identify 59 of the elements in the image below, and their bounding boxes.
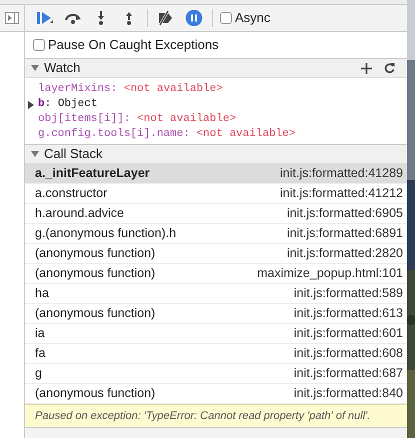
- source-location: init.js:formatted:6891: [286, 225, 403, 242]
- function-name: g.(anonymous function).h: [35, 225, 176, 242]
- section-header[interactable]: Call Stack: [25, 145, 407, 164]
- call-frame-row[interactable]: g.(anonymous function).h init.js:formatted:6891: [25, 224, 407, 244]
- source-location: init.js:formatted:41289: [280, 165, 403, 182]
- function-name: (anonymous function): [35, 245, 156, 262]
- function-name: ia: [35, 325, 45, 342]
- watch-expression[interactable]: layerMixins: <not available>: [38, 82, 223, 97]
- function-name: fa: [35, 345, 46, 362]
- disclosure-triangle-icon[interactable]: [31, 64, 39, 72]
- call-frame-row[interactable]: (anonymous function) init.js:formatted:613: [25, 304, 407, 324]
- function-name: a.constructor: [35, 185, 108, 202]
- call-frame-row[interactable]: a._initFeatureLayer init.js:formatted:41289: [25, 164, 407, 184]
- source-location: init.js:formatted:2820: [286, 245, 403, 262]
- function-name: (anonymous function): [35, 385, 156, 402]
- function-name: (anonymous function): [35, 265, 156, 282]
- call-frame-row[interactable]: h.around.advice init.js:formatted:6905: [25, 204, 407, 224]
- section-header[interactable]: Watch: [25, 59, 407, 78]
- source-location: init.js:formatted:589: [294, 285, 403, 302]
- expand-arrow-icon[interactable]: [27, 100, 35, 108]
- checkbox-label: Pause On Caught Exceptions: [48, 36, 219, 54]
- call-frame-row[interactable]: fa init.js:formatted:608: [25, 344, 407, 364]
- sidebar-toggle-icon[interactable]: [5, 12, 19, 24]
- call-frame-row[interactable]: g init.js:formatted:687: [25, 364, 407, 384]
- function-name: g: [35, 365, 42, 382]
- source-location: init.js:formatted:687: [294, 365, 403, 382]
- call-frame-row[interactable]: ha init.js:formatted:589: [25, 284, 407, 304]
- resume-icon: [36, 10, 54, 26]
- step-into-icon: [97, 11, 105, 25]
- source-location: init.js:formatted:613: [294, 305, 403, 322]
- add-icon[interactable]: [361, 62, 372, 74]
- pause-icon: [185, 10, 203, 26]
- disclosure-triangle-icon[interactable]: [31, 150, 39, 158]
- source-location: maximize_popup.html:101: [257, 265, 403, 282]
- source-location: init.js:formatted:840: [294, 385, 403, 402]
- function-name: h.around.advice: [35, 205, 124, 222]
- watch-expression[interactable]: g.config.tools[i].name: <not available>: [38, 127, 296, 142]
- section-title: Watch: [44, 59, 80, 78]
- call-frame-row[interactable]: ia init.js:formatted:601: [25, 324, 407, 344]
- function-name: ha: [35, 285, 49, 302]
- call-frame-row[interactable]: (anonymous function) init.js:formatted:2820: [25, 244, 407, 264]
- source-location: init.js:formatted:608: [294, 345, 403, 362]
- call-frame-row[interactable]: a.constructor init.js:formatted:41212: [25, 184, 407, 204]
- deactivate-breakpoints-icon: [157, 10, 175, 26]
- refresh-icon[interactable]: [384, 62, 395, 74]
- call-frame-row[interactable]: (anonymous function) maximize_popup.html:101: [25, 264, 407, 284]
- section-title: Call Stack: [44, 145, 103, 164]
- exception-message: Paused on exception: 'TypeError: Cannot read property 'path' of null'.: [25, 404, 407, 428]
- source-location: init.js:formatted:601: [294, 325, 403, 342]
- checkbox[interactable]: [33, 39, 45, 51]
- function-name: a._initFeatureLayer: [35, 165, 150, 182]
- checkbox[interactable]: [220, 12, 232, 24]
- source-location: init.js:formatted:41212: [280, 185, 403, 202]
- function-name: (anonymous function): [35, 305, 156, 322]
- watch-expression[interactable]: obj[items[i]]: <not available>: [38, 112, 236, 127]
- source-location: init.js:formatted:6905: [286, 205, 403, 222]
- async-label: Async: [235, 9, 270, 28]
- watch-expression[interactable]: b: Object: [38, 97, 98, 112]
- step-out-icon: [125, 11, 133, 25]
